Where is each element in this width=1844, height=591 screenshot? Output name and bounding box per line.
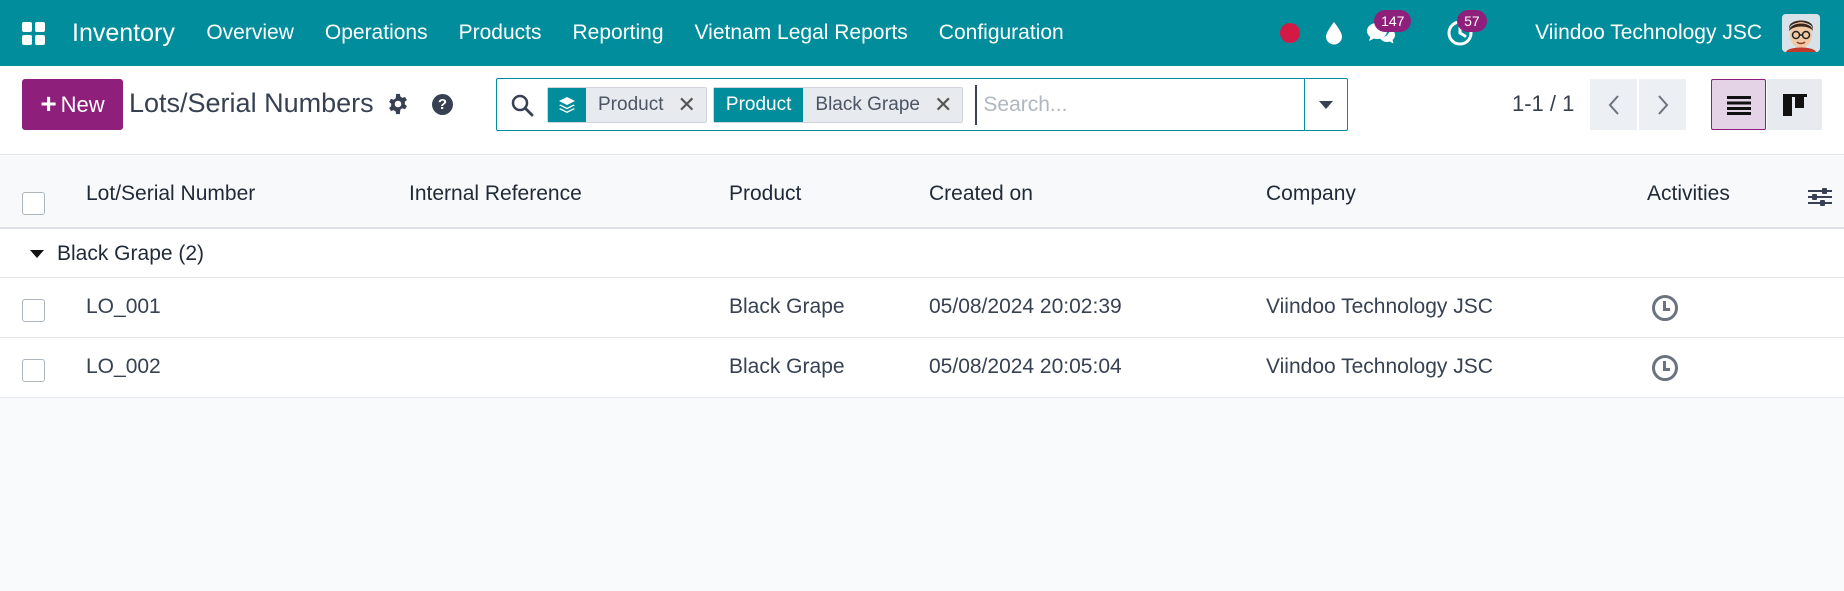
caret-down-icon: [30, 250, 44, 258]
apps-grid-icon: [21, 21, 45, 45]
caret-down-icon: [1319, 100, 1333, 109]
cell-lot-number: LO_002: [86, 355, 161, 378]
column-created-on[interactable]: Created on: [929, 182, 1033, 206]
column-lot-serial-number[interactable]: Lot/Serial Number: [86, 182, 255, 206]
column-company[interactable]: Company: [1266, 182, 1356, 206]
activities-count-badge: 57: [1457, 10, 1487, 32]
kanban-view-icon: [1782, 93, 1807, 116]
search-input[interactable]: [975, 84, 1304, 125]
activities-button[interactable]: 57: [1435, 0, 1507, 66]
new-button-label: New: [60, 91, 105, 117]
chevron-left-icon: [1608, 94, 1619, 115]
facet-remove-icon[interactable]: ✕: [932, 88, 962, 122]
cell-lot-number: LO_001: [86, 295, 161, 318]
avatar-face-icon: [1782, 14, 1820, 52]
pager-previous-button[interactable]: [1590, 79, 1637, 130]
app-name[interactable]: Inventory: [72, 19, 175, 48]
column-internal-reference[interactable]: Internal Reference: [409, 182, 582, 206]
facet-value: Black Grape: [815, 93, 920, 115]
group-row-black-grape[interactable]: Black Grape (2): [0, 229, 1844, 278]
search-facet-groupby: Product ✕: [547, 86, 707, 123]
menu-operations[interactable]: Operations: [309, 0, 443, 66]
new-button[interactable]: + New: [22, 79, 123, 130]
activity-clock-icon[interactable]: [1652, 295, 1678, 321]
cell-company: Viindoo Technology JSC: [1266, 355, 1493, 378]
systray: 147 57 Viindoo Technology JSC: [1277, 0, 1844, 66]
company-switcher[interactable]: Viindoo Technology JSC: [1535, 21, 1762, 45]
cell-product: Black Grape: [729, 295, 845, 318]
messages-count-badge: 147: [1374, 10, 1412, 32]
drop-button[interactable]: [1313, 0, 1355, 66]
top-navbar: Inventory Overview Operations Products R…: [0, 0, 1844, 66]
activity-clock-icon[interactable]: [1652, 355, 1678, 381]
pager-value[interactable]: 1-1 / 1: [1512, 91, 1574, 117]
control-panel: + New Lots/Serial Numbers ? Product ✕ Pr…: [0, 66, 1844, 155]
menu-overview[interactable]: Overview: [191, 0, 310, 66]
menu-reporting[interactable]: Reporting: [557, 0, 679, 66]
facet-type-label: Product: [713, 87, 804, 122]
menu-products[interactable]: Products: [443, 0, 557, 66]
table-row[interactable]: LO_001 Black Grape 05/08/2024 20:02:39 V…: [0, 278, 1844, 338]
list-view-button[interactable]: [1711, 79, 1766, 130]
group-label: Black Grape (2): [57, 242, 205, 265]
cell-created-on: 05/08/2024 20:02:39: [929, 295, 1122, 318]
cell-created-on: 05/08/2024 20:05:04: [929, 355, 1122, 378]
facet-value: Product: [598, 93, 664, 115]
cell-product: Black Grape: [729, 355, 845, 378]
record-button[interactable]: [1277, 0, 1313, 66]
layers-icon: [548, 87, 586, 122]
plus-icon: +: [40, 87, 57, 119]
list-header: Lot/Serial Number Internal Reference Pro…: [0, 156, 1844, 229]
search-icon[interactable]: [497, 79, 547, 130]
search-options-toggle[interactable]: [1304, 79, 1347, 130]
table-row[interactable]: LO_002 Black Grape 05/08/2024 20:05:04 V…: [0, 338, 1844, 398]
drop-icon: [1326, 22, 1343, 45]
apps-menu-button[interactable]: [0, 0, 66, 66]
chevron-right-icon: [1657, 94, 1668, 115]
column-activities[interactable]: Activities: [1647, 182, 1730, 206]
search-facet-filter: Product Black Grape ✕: [712, 86, 964, 123]
cell-company: Viindoo Technology JSC: [1266, 295, 1493, 318]
gear-icon[interactable]: [387, 93, 409, 115]
list-view-icon: [1726, 95, 1751, 115]
record-dot-icon: [1280, 23, 1301, 43]
messages-button[interactable]: 147: [1355, 0, 1435, 66]
facet-remove-icon[interactable]: ✕: [675, 88, 705, 122]
user-avatar[interactable]: [1782, 14, 1820, 52]
help-icon[interactable]: ?: [432, 94, 453, 115]
optional-columns-toggle-icon[interactable]: [1808, 186, 1832, 208]
search-bar: Product ✕ Product Black Grape ✕: [496, 78, 1348, 131]
menu-vietnam-legal-reports[interactable]: Vietnam Legal Reports: [679, 0, 923, 66]
row-checkbox[interactable]: [22, 359, 45, 382]
main-menu: Overview Operations Products Reporting V…: [191, 0, 1079, 66]
lots-list: Lot/Serial Number Internal Reference Pro…: [0, 156, 1844, 398]
kanban-view-button[interactable]: [1767, 79, 1822, 130]
pager-next-button[interactable]: [1639, 79, 1686, 130]
column-product[interactable]: Product: [729, 182, 801, 206]
row-checkbox[interactable]: [22, 299, 45, 322]
menu-configuration[interactable]: Configuration: [923, 0, 1079, 66]
select-all-checkbox[interactable]: [22, 192, 45, 215]
page-title: Lots/Serial Numbers: [129, 88, 374, 118]
